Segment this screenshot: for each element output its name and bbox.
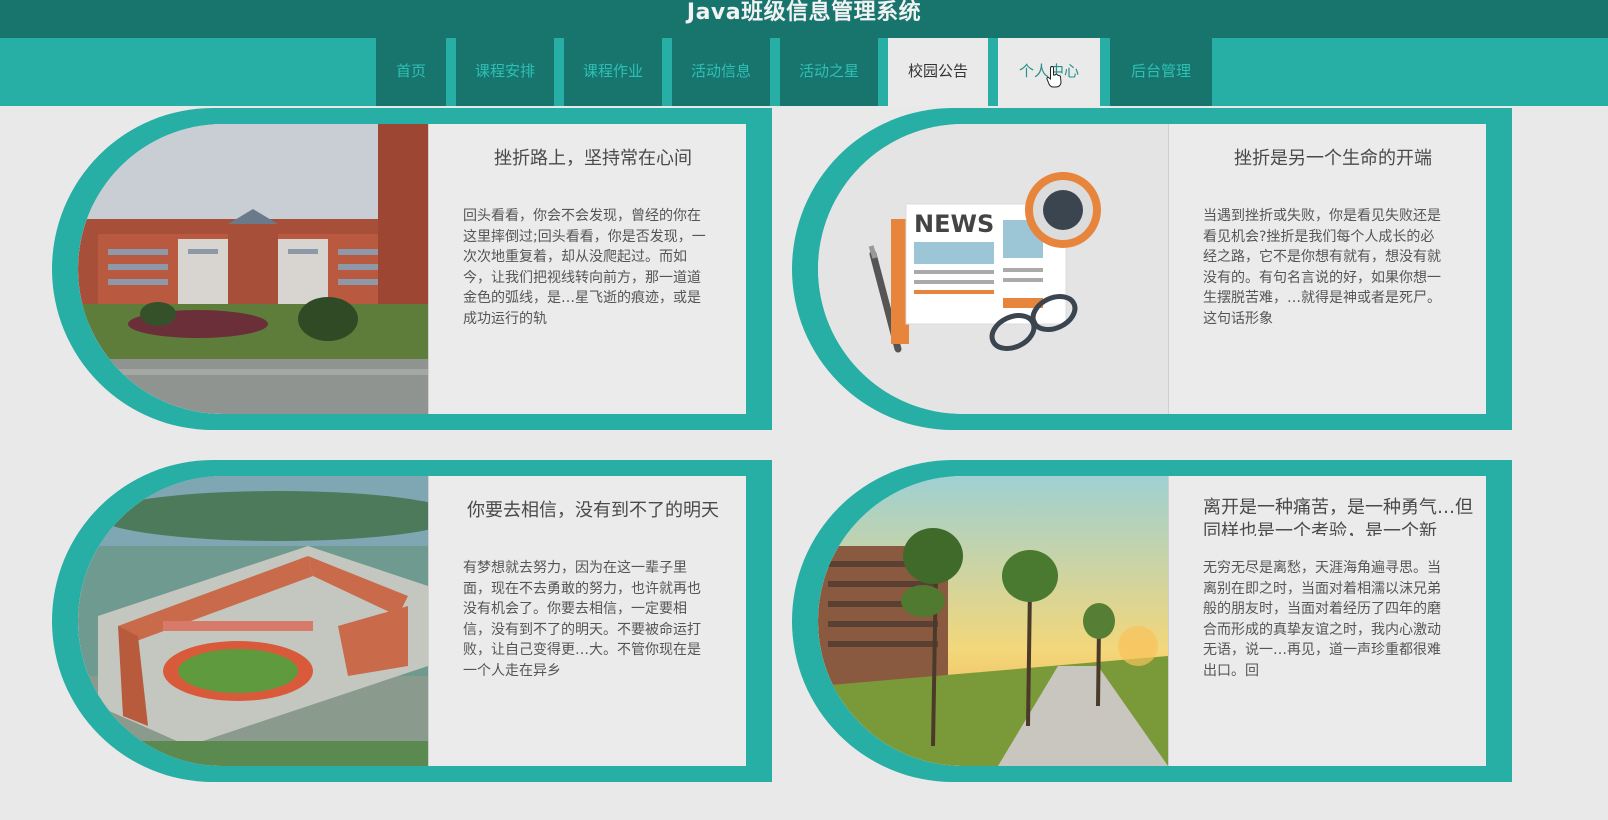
- nav-course-schedule[interactable]: 课程安排: [456, 38, 554, 106]
- nav-activity-star[interactable]: 活动之星: [780, 38, 878, 106]
- article-excerpt: 当遇到挫折或失败，你是看见失败还是看见机会?挫折是我们每个人成长的必经之路，它不…: [1203, 208, 1441, 327]
- article-title[interactable]: 离开是一种痛苦，是一种勇气…但同样也是一个考验，是一个新: [1203, 496, 1479, 536]
- campus-aerial-image: [78, 476, 428, 766]
- nav-home[interactable]: 首页: [376, 38, 446, 106]
- article-card[interactable]: 你要去相信，没有到不了的明天 有梦想就去努力，因为在这一辈子里面，现在不去勇敢的…: [52, 460, 772, 782]
- nav-course-homework[interactable]: 课程作业: [564, 38, 662, 106]
- main-nav: 首页 课程安排 课程作业 活动信息 活动之星 校园公告 个人中心 后台管理: [0, 38, 1608, 106]
- nav-campus-notice[interactable]: 校园公告: [888, 38, 988, 106]
- article-card[interactable]: 离开是一种痛苦，是一种勇气…但同样也是一个考验，是一个新 无穷无尽是离愁，天涯海…: [792, 460, 1512, 782]
- article-title[interactable]: 挫折路上，坚持常在心间: [443, 144, 743, 170]
- app-title: Java班级信息管理系统: [686, 0, 922, 25]
- news-illustration-image: NEWS: [818, 124, 1168, 414]
- header-bar: Java班级信息管理系统: [0, 0, 1608, 38]
- nav-personal-center[interactable]: 个人中心: [998, 38, 1100, 106]
- article-card[interactable]: NEWS 挫折是另一个生命的开端 当遇到挫折或失败，你是看见失败还是看见机会?挫…: [792, 108, 1512, 430]
- article-title[interactable]: 你要去相信，没有到不了的明天: [443, 496, 743, 522]
- article-excerpt: 回头看看，你会不会发现，曾经的你在这里摔倒过;回头看看，你是否发现，一次次地重复…: [463, 208, 706, 327]
- article-excerpt: 有梦想就去努力，因为在这一辈子里面，现在不去勇敢的努力，也许就再也没有机会了。你…: [463, 560, 701, 679]
- article-card[interactable]: 挫折路上，坚持常在心间 回头看看，你会不会发现，曾经的你在这里摔倒过;回头看看，…: [52, 108, 772, 430]
- nav-admin[interactable]: 后台管理: [1110, 38, 1212, 106]
- campus-sunset-image: [818, 476, 1168, 766]
- article-excerpt: 无穷无尽是离愁，天涯海角遍寻思。当离别在即之时，当面对着相濡以沫兄弟般的朋友时，…: [1203, 560, 1441, 679]
- nav-activity-info[interactable]: 活动信息: [672, 38, 770, 106]
- news-label: NEWS: [914, 210, 994, 238]
- article-title[interactable]: 挫折是另一个生命的开端: [1183, 144, 1483, 170]
- school-building-image: [78, 124, 428, 414]
